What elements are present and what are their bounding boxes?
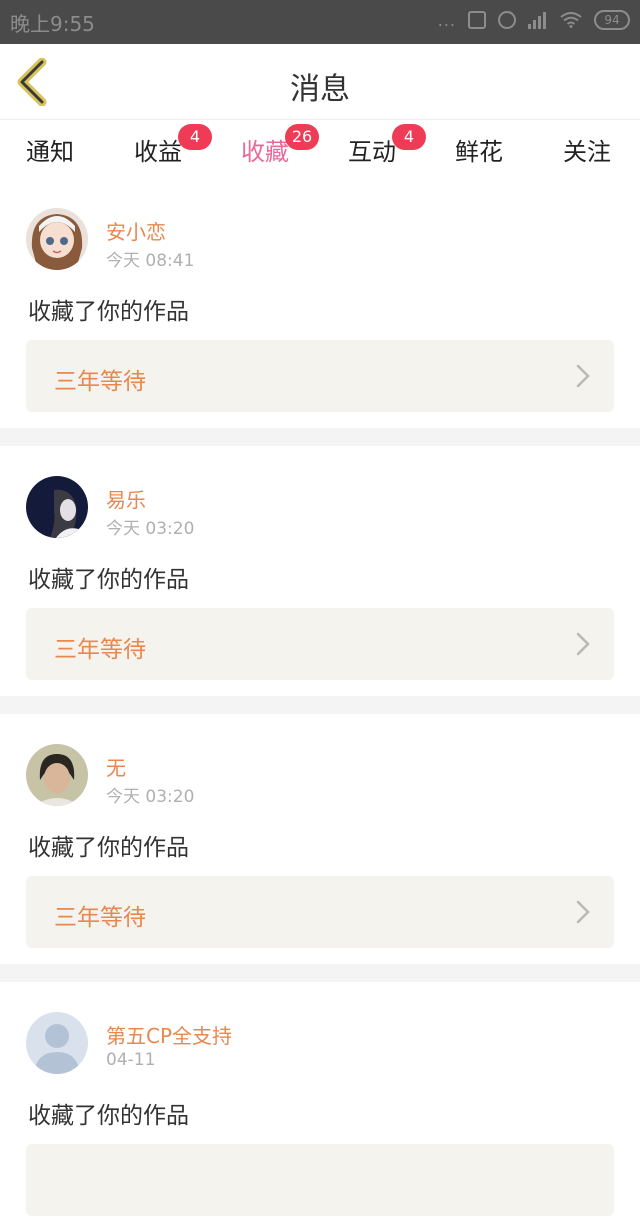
- unread-badge: 4: [392, 124, 426, 150]
- tab-label: 收益: [134, 138, 182, 166]
- copy-icon: [468, 11, 486, 29]
- chevron-right-icon: [576, 900, 590, 924]
- tab-label: 关注: [563, 138, 611, 166]
- alarm-icon: [498, 11, 516, 29]
- work-link[interactable]: 三年等待: [26, 876, 614, 948]
- header: 消息: [0, 44, 640, 120]
- message-time: 04-11: [106, 1050, 156, 1070]
- unread-badge: 26: [285, 124, 319, 150]
- work-title: 三年等待: [54, 369, 146, 395]
- message-time: 今天 03:20: [106, 519, 195, 539]
- chevron-right-icon: [576, 632, 590, 656]
- user-name[interactable]: 第五CP全支持: [106, 1020, 232, 1049]
- tab-label: 互动: [348, 138, 396, 166]
- divider: [0, 428, 640, 446]
- status-icons: ... 94: [438, 10, 630, 30]
- page-title: 消息: [290, 72, 350, 107]
- more-dots-icon: ...: [437, 10, 456, 30]
- user-name[interactable]: 安小恋: [106, 216, 166, 245]
- work-link[interactable]: 三年等待: [26, 608, 614, 680]
- status-time: 晚上9:55: [10, 12, 95, 36]
- divider: [0, 964, 640, 982]
- tab-favorites[interactable]: 收藏 26: [241, 124, 319, 186]
- work-link[interactable]: 三年等待: [26, 340, 614, 412]
- message-card: 无 今天 03:20 收藏了你的作品 三年等待: [0, 714, 640, 964]
- tab-bar: 通知 收益 4 收藏 26 互动 4 鲜花 关注: [0, 120, 640, 186]
- work-title: 三年等待: [54, 637, 146, 663]
- work-link[interactable]: [26, 1144, 614, 1216]
- tab-label: 通知: [26, 138, 74, 166]
- avatar[interactable]: [26, 476, 88, 538]
- tab-notice[interactable]: 通知: [26, 132, 74, 178]
- user-name[interactable]: 无: [106, 752, 126, 781]
- tab-label: 鲜花: [455, 138, 503, 166]
- unread-badge: 4: [178, 124, 212, 150]
- avatar[interactable]: [26, 744, 88, 806]
- chevron-right-icon: [576, 364, 590, 388]
- message-card: 安小恋 今天 08:41 收藏了你的作品 三年等待: [0, 178, 640, 428]
- tab-interaction[interactable]: 互动 4: [348, 124, 426, 178]
- action-text: 收藏了你的作品: [28, 567, 189, 593]
- divider: [0, 696, 640, 714]
- work-title: 三年等待: [54, 905, 146, 931]
- wifi-icon: [560, 12, 582, 28]
- message-time: 今天 08:41: [106, 251, 195, 271]
- action-text: 收藏了你的作品: [28, 1103, 189, 1129]
- message-card: 易乐 今天 03:20 收藏了你的作品 三年等待: [0, 446, 640, 696]
- message-list: 安小恋 今天 08:41 收藏了你的作品 三年等待 易乐 今天 03:20 收藏…: [0, 178, 640, 1232]
- status-bar: 晚上9:55 ... 94: [0, 0, 640, 44]
- tab-label: 收藏: [241, 138, 289, 166]
- action-text: 收藏了你的作品: [28, 835, 189, 861]
- signal-icon: [528, 11, 548, 29]
- tab-follow[interactable]: 关注: [563, 132, 611, 178]
- battery-icon: 94: [594, 10, 630, 30]
- message-time: 今天 03:20: [106, 787, 195, 807]
- tab-earnings[interactable]: 收益 4: [134, 124, 212, 178]
- avatar[interactable]: [26, 1012, 88, 1074]
- avatar[interactable]: [26, 208, 88, 270]
- user-name[interactable]: 易乐: [106, 484, 146, 513]
- message-card: 第五CP全支持 04-11 收藏了你的作品: [0, 982, 640, 1232]
- tab-flowers[interactable]: 鲜花: [455, 132, 503, 178]
- action-text: 收藏了你的作品: [28, 299, 189, 325]
